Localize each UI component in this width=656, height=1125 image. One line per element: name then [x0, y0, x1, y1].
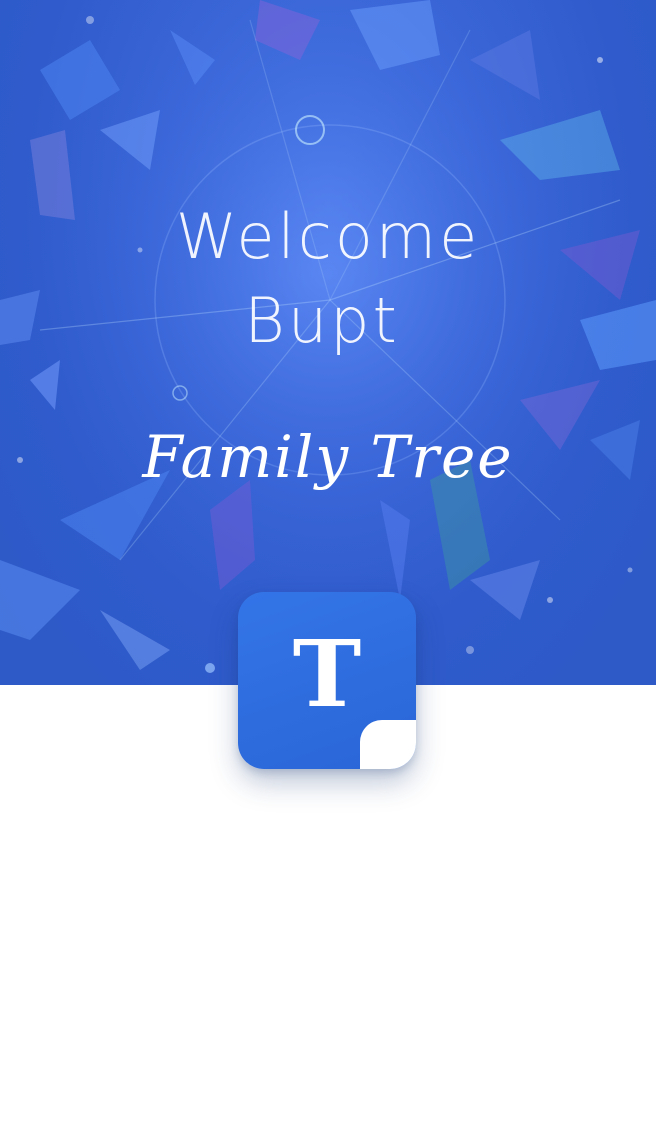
family-tree-subtitle: Family Tree — [142, 423, 514, 491]
welcome-title: Welcome — [175, 200, 481, 273]
app-logo-corner-tab — [360, 720, 416, 769]
bupt-title: Bupt — [244, 284, 400, 357]
splash-screen: Welcome Bupt Family Tree T — [0, 0, 656, 1125]
app-logo-letter: T — [292, 620, 362, 728]
hero-banner: Welcome Bupt Family Tree — [0, 0, 656, 685]
app-logo-icon: T — [238, 592, 416, 769]
